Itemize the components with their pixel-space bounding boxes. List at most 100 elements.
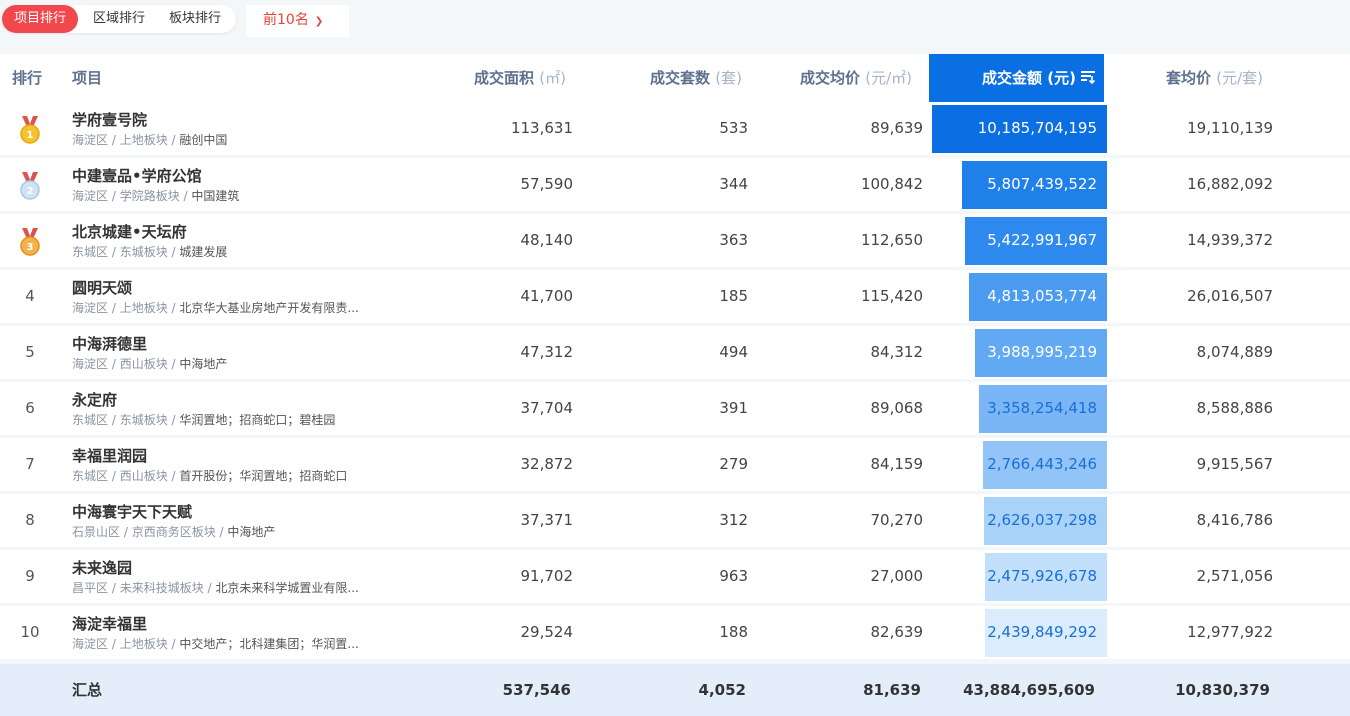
header-avg-price[interactable]: 成交均价 (元/㎡): [800, 54, 912, 102]
units-value: 185: [719, 287, 748, 305]
units-value: 279: [719, 455, 748, 473]
district: 海淀区: [72, 301, 109, 315]
project-name[interactable]: 北京城建•天坛府: [72, 221, 187, 242]
header-project: 项目: [72, 69, 103, 87]
rank-number: 4: [25, 287, 35, 305]
header-unit-price[interactable]: 套均价 (元/套): [1166, 54, 1263, 102]
unit-price-value: 9,915,567: [1196, 455, 1273, 473]
block: 东城板块: [119, 413, 168, 427]
units-value: 963: [719, 567, 748, 585]
table-row[interactable]: 4 圆明天颂 海淀区 / 上地板块 / 北京华大基业房地产开发有限责... 41…: [0, 270, 1350, 323]
block: 京西商务区板块: [131, 525, 216, 539]
top-toolbar: 项目排行 区域排行 板块排行 前10名 ❯: [0, 0, 1350, 54]
unit-price-value: 8,416,786: [1196, 511, 1273, 529]
tab-region-ranking[interactable]: 区域排行: [82, 5, 156, 33]
top-n-dropdown-label: 前10名: [263, 12, 309, 28]
unit-price-value: 14,939,372: [1187, 231, 1273, 249]
project-meta: 昌平区 / 未来科技城板块 / 北京未来科学城置业有限...: [72, 581, 359, 595]
amount-value: 2,626,037,298: [987, 511, 1097, 529]
amount-value: 3,988,995,219: [987, 343, 1097, 361]
rank-number: 6: [25, 399, 35, 417]
amount-value: 2,439,849,292: [987, 623, 1097, 641]
amount-value: 5,422,991,967: [987, 231, 1097, 249]
svg-text:1: 1: [27, 130, 34, 141]
project-meta: 海淀区 / 上地板块 / 中交地产；北科建集团；华润置...: [72, 637, 359, 651]
table-row[interactable]: 2 中建壹品•学府公馆 海淀区 / 学院路板块 / 中国建筑 57,590 34…: [0, 158, 1350, 211]
project-meta: 海淀区 / 上地板块 / 北京华大基业房地产开发有限责...: [72, 301, 359, 315]
unit-price-value: 8,074,889: [1196, 343, 1273, 361]
amount-value: 4,813,053,774: [987, 287, 1097, 305]
developer: 中海地产: [179, 357, 228, 371]
project-name[interactable]: 中建壹品•学府公馆: [72, 165, 202, 186]
project-meta: 石景山区 / 京西商务区板块 / 中海地产: [72, 525, 276, 539]
table-row[interactable]: 3 北京城建•天坛府 东城区 / 东城板块 / 城建发展 48,140 363 …: [0, 214, 1350, 267]
project-name[interactable]: 未来逸园: [72, 557, 132, 578]
rank-number: 5: [25, 343, 35, 361]
project-meta: 海淀区 / 上地板块 / 融创中国: [72, 133, 228, 147]
unit-price-value: 26,016,507: [1187, 287, 1273, 305]
area-value: 32,872: [520, 455, 574, 473]
block: 西山板块: [119, 357, 168, 371]
developer: 融创中国: [179, 133, 228, 147]
area-value: 37,704: [520, 399, 574, 417]
ranking-type-segmented-control: 项目排行 区域排行 板块排行: [2, 5, 236, 33]
project-name[interactable]: 学府壹号院: [72, 109, 147, 130]
project-meta: 东城区 / 东城板块 / 城建发展: [72, 245, 228, 259]
developer: 北京未来科学城置业有限...: [215, 581, 359, 595]
project-name[interactable]: 幸福里润园: [72, 445, 147, 466]
table-row[interactable]: 9 未来逸园 昌平区 / 未来科技城板块 / 北京未来科学城置业有限... 91…: [0, 550, 1350, 603]
total-area: 537,546: [502, 681, 571, 699]
district: 东城区: [72, 469, 109, 483]
district: 海淀区: [72, 637, 109, 651]
tab-project-ranking[interactable]: 项目排行: [2, 5, 78, 33]
block: 未来科技城板块: [119, 581, 204, 595]
table-row[interactable]: 7 幸福里润园 东城区 / 西山板块 / 首开股份；华润置地；招商蛇口 32,8…: [0, 438, 1350, 491]
chevron-down-icon: ❯: [314, 16, 324, 27]
units-value: 391: [719, 399, 748, 417]
district: 东城区: [72, 413, 109, 427]
header-area[interactable]: 成交面积 (㎡): [474, 54, 566, 102]
header-amount-sorted[interactable]: 成交金额 (元): [929, 54, 1104, 102]
total-label: 汇总: [72, 681, 103, 699]
developer: 城建发展: [179, 245, 228, 259]
table-row[interactable]: 6 永定府 东城区 / 东城板块 / 华润置地；招商蛇口；碧桂园 37,704 …: [0, 382, 1350, 435]
units-value: 188: [719, 623, 748, 641]
developer: 华润置地；招商蛇口；碧桂园: [179, 413, 336, 427]
table-row[interactable]: 8 中海寰宇天下天赋 石景山区 / 京西商务区板块 / 中海地产 37,371 …: [0, 494, 1350, 547]
header-units[interactable]: 成交套数 (套): [650, 54, 742, 102]
project-meta: 东城区 / 东城板块 / 华润置地；招商蛇口；碧桂园: [72, 413, 336, 427]
table-row[interactable]: 10 海淀幸福里 海淀区 / 上地板块 / 中交地产；北科建集团；华润置... …: [0, 606, 1350, 659]
area-value: 41,700: [520, 287, 574, 305]
block: 西山板块: [119, 469, 168, 483]
district: 海淀区: [72, 189, 109, 203]
district: 海淀区: [72, 133, 109, 147]
amount-value: 2,766,443,246: [987, 455, 1097, 473]
developer: 首开股份；华润置地；招商蛇口: [179, 469, 348, 483]
block: 上地板块: [119, 301, 168, 315]
amount-value: 10,185,704,195: [977, 119, 1097, 137]
area-value: 113,631: [510, 119, 573, 137]
project-name[interactable]: 中海湃德里: [72, 333, 147, 354]
amount-value: 5,807,439,522: [987, 175, 1097, 193]
table-row[interactable]: 5 中海湃德里 海淀区 / 西山板块 / 中海地产 47,312 494 84,…: [0, 326, 1350, 379]
project-name[interactable]: 中海寰宇天下天赋: [72, 501, 192, 522]
area-value: 91,702: [520, 567, 574, 585]
unit-price-value: 2,571,056: [1196, 567, 1273, 585]
table-row[interactable]: 1 学府壹号院 海淀区 / 上地板块 / 融创中国 113,631 533 89…: [0, 102, 1350, 155]
district: 昌平区: [72, 581, 109, 595]
unit-price-value: 8,588,886: [1196, 399, 1273, 417]
tab-block-ranking[interactable]: 板块排行: [158, 5, 232, 33]
unit-price-value: 12,977,922: [1187, 623, 1273, 641]
area-value: 37,371: [520, 511, 574, 529]
top-n-dropdown[interactable]: 前10名 ❯: [246, 5, 349, 37]
block: 学院路板块: [119, 189, 180, 203]
project-name[interactable]: 海淀幸福里: [72, 613, 147, 634]
rank-number: 7: [25, 455, 35, 473]
district: 海淀区: [72, 357, 109, 371]
total-avg-price: 81,639: [863, 681, 921, 699]
project-name[interactable]: 永定府: [72, 389, 117, 410]
block: 东城板块: [119, 245, 168, 259]
project-meta: 海淀区 / 学院路板块 / 中国建筑: [72, 189, 240, 203]
units-value: 494: [719, 343, 748, 361]
project-name[interactable]: 圆明天颂: [72, 277, 132, 298]
